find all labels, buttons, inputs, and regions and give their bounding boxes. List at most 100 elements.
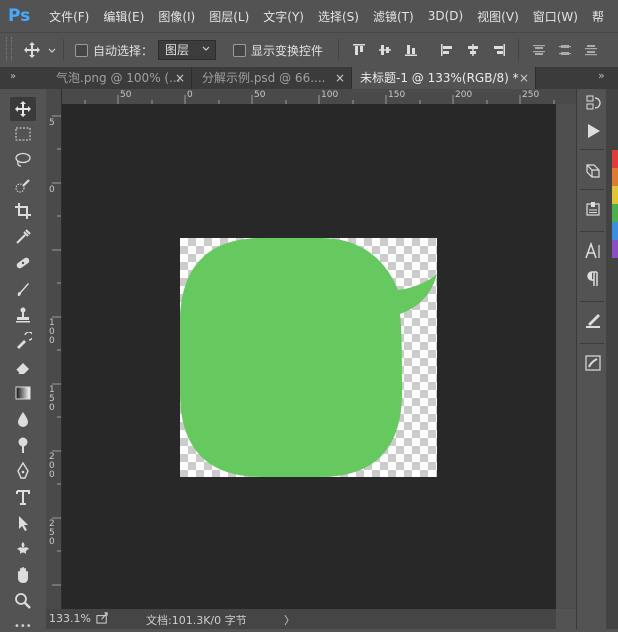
healing-brush-icon[interactable] bbox=[10, 251, 36, 275]
gradient-icon[interactable] bbox=[10, 381, 36, 405]
ruler-label: 150 bbox=[388, 90, 406, 100]
align-right-edges-icon[interactable] bbox=[492, 43, 506, 57]
swatch[interactable] bbox=[612, 150, 618, 168]
menu-type[interactable]: 文字(Y) bbox=[263, 8, 304, 25]
ruler-label: 200 bbox=[455, 90, 473, 100]
quick-selection-icon[interactable] bbox=[10, 174, 36, 198]
distribute-vertical-centers-icon[interactable] bbox=[558, 43, 572, 57]
move-tool-icon[interactable] bbox=[10, 97, 36, 121]
hand-tool-icon[interactable] bbox=[10, 563, 36, 587]
more-tools-icon[interactable]: ••• bbox=[14, 621, 32, 632]
tab-close-icon[interactable]: × bbox=[335, 67, 345, 89]
3d-panel-icon[interactable] bbox=[583, 161, 603, 181]
properties-panel-icon[interactable] bbox=[583, 199, 603, 219]
ruler-label: 100 bbox=[321, 90, 339, 100]
preset-dropdown-chevron-icon[interactable] bbox=[47, 45, 57, 55]
ruler-label: 50 bbox=[120, 90, 132, 100]
type-tool-icon[interactable] bbox=[10, 485, 36, 509]
eyedropper-icon[interactable] bbox=[10, 225, 36, 249]
paragraph-panel-icon[interactable] bbox=[583, 269, 603, 289]
align-horizontal-centers-icon[interactable] bbox=[466, 43, 480, 57]
vertical-scrollbar[interactable] bbox=[556, 104, 576, 609]
status-menu-arrow[interactable]: 〉 bbox=[284, 612, 295, 628]
options-grip[interactable] bbox=[6, 37, 12, 61]
tab-strip-left-gutter: » bbox=[0, 67, 34, 89]
tools-panel: ••• bbox=[0, 89, 47, 632]
ruler-label: 250 bbox=[522, 90, 540, 100]
align-top-edges-icon[interactable] bbox=[352, 43, 366, 57]
actions-play-icon[interactable] bbox=[583, 121, 603, 141]
menu-bar: Ps 文件(F) 编辑(E) 图像(I) 图层(L) 文字(Y) 选择(S) 滤… bbox=[0, 0, 618, 32]
custom-shape-icon[interactable] bbox=[10, 537, 36, 561]
menu-select[interactable]: 选择(S) bbox=[318, 8, 359, 25]
options-divider bbox=[338, 39, 339, 61]
tab-bubble-png[interactable]: 气泡.png @ 100% (... × bbox=[48, 67, 192, 89]
dodge-icon[interactable] bbox=[10, 433, 36, 457]
ruler-label: 2 5 0 bbox=[49, 519, 55, 547]
dock-divider bbox=[580, 189, 604, 190]
panel-collapse-icon[interactable]: » bbox=[10, 71, 16, 82]
swatch[interactable] bbox=[612, 222, 618, 240]
dock-divider bbox=[580, 343, 604, 344]
swatch[interactable] bbox=[612, 168, 618, 186]
menu-file[interactable]: 文件(F) bbox=[49, 8, 89, 25]
swatch-strip[interactable] bbox=[612, 150, 618, 258]
menu-3d[interactable]: 3D(D) bbox=[428, 9, 463, 23]
tab-split-example-psd[interactable]: 分解示例.psd @ 66.... × bbox=[194, 67, 352, 89]
menu-filter[interactable]: 滤镜(T) bbox=[373, 8, 414, 25]
crop-icon[interactable] bbox=[10, 199, 36, 223]
align-bottom-edges-icon[interactable] bbox=[404, 43, 418, 57]
right-panel-dock bbox=[576, 89, 607, 629]
swatch[interactable] bbox=[612, 186, 618, 204]
pen-icon[interactable] bbox=[10, 459, 36, 483]
blur-drop-icon[interactable] bbox=[10, 407, 36, 431]
menu-image[interactable]: 图像(I) bbox=[158, 8, 195, 25]
options-bar: 自动选择： 图层 显示变换控件 bbox=[0, 32, 618, 68]
brush-presets-icon[interactable] bbox=[583, 353, 603, 373]
eraser-icon[interactable] bbox=[10, 355, 36, 379]
dock-collapse-icon[interactable]: » bbox=[598, 69, 605, 82]
show-transform-checkbox[interactable] bbox=[233, 44, 246, 57]
dock-divider bbox=[580, 149, 604, 150]
move-tool-preset-icon[interactable] bbox=[22, 41, 42, 59]
zoom-level[interactable]: 133.1% bbox=[49, 612, 91, 625]
swatch[interactable] bbox=[612, 240, 618, 258]
dock-divider bbox=[580, 301, 604, 302]
distribute-bottom-edges-icon[interactable] bbox=[584, 43, 598, 57]
lasso-icon[interactable] bbox=[10, 148, 36, 172]
clone-stamp-icon[interactable] bbox=[10, 303, 36, 327]
brush-settings-icon[interactable] bbox=[583, 311, 603, 331]
align-vertical-centers-icon[interactable] bbox=[378, 43, 392, 57]
auto-select-checkbox[interactable] bbox=[75, 44, 88, 57]
tab-close-icon[interactable]: × bbox=[175, 67, 185, 89]
menu-window[interactable]: 窗口(W) bbox=[533, 8, 578, 25]
menu-layer[interactable]: 图层(L) bbox=[209, 8, 249, 25]
dropdown-chevron-icon bbox=[201, 41, 211, 59]
rectangular-marquee-icon[interactable] bbox=[10, 122, 36, 146]
zoom-tool-icon[interactable] bbox=[10, 589, 36, 613]
speech-bubble-shape[interactable] bbox=[180, 238, 437, 477]
menu-view[interactable]: 视图(V) bbox=[477, 8, 519, 25]
character-panel-icon[interactable] bbox=[583, 241, 603, 261]
horizontal-ruler: 50 0 50 100 150 200 250 bbox=[46, 89, 576, 105]
dock-divider bbox=[580, 231, 604, 232]
history-panel-icon[interactable] bbox=[583, 93, 603, 113]
ruler-label: 0 bbox=[49, 185, 55, 195]
path-selection-icon[interactable] bbox=[10, 511, 36, 535]
auto-select-target-dropdown[interactable]: 图层 bbox=[158, 40, 216, 60]
document-canvas[interactable] bbox=[180, 238, 437, 477]
tab-untitled-1[interactable]: 未标题-1 @ 133%(RGB/8) * × bbox=[352, 67, 536, 89]
dock-header: » bbox=[576, 67, 618, 89]
brush-icon[interactable] bbox=[10, 277, 36, 301]
menu-help[interactable]: 帮 bbox=[592, 8, 604, 25]
swatch[interactable] bbox=[612, 204, 618, 222]
history-brush-icon[interactable] bbox=[10, 329, 36, 353]
align-left-edges-icon[interactable] bbox=[440, 43, 454, 57]
tab-label: 未标题-1 @ 133%(RGB/8) * bbox=[360, 71, 519, 85]
menu-edit[interactable]: 编辑(E) bbox=[103, 8, 144, 25]
export-share-icon[interactable] bbox=[96, 611, 109, 627]
ruler-origin[interactable] bbox=[46, 89, 62, 105]
ruler-label: 1 5 0 bbox=[49, 385, 55, 413]
tab-close-icon[interactable]: × bbox=[519, 67, 529, 89]
distribute-top-edges-icon[interactable] bbox=[532, 43, 546, 57]
